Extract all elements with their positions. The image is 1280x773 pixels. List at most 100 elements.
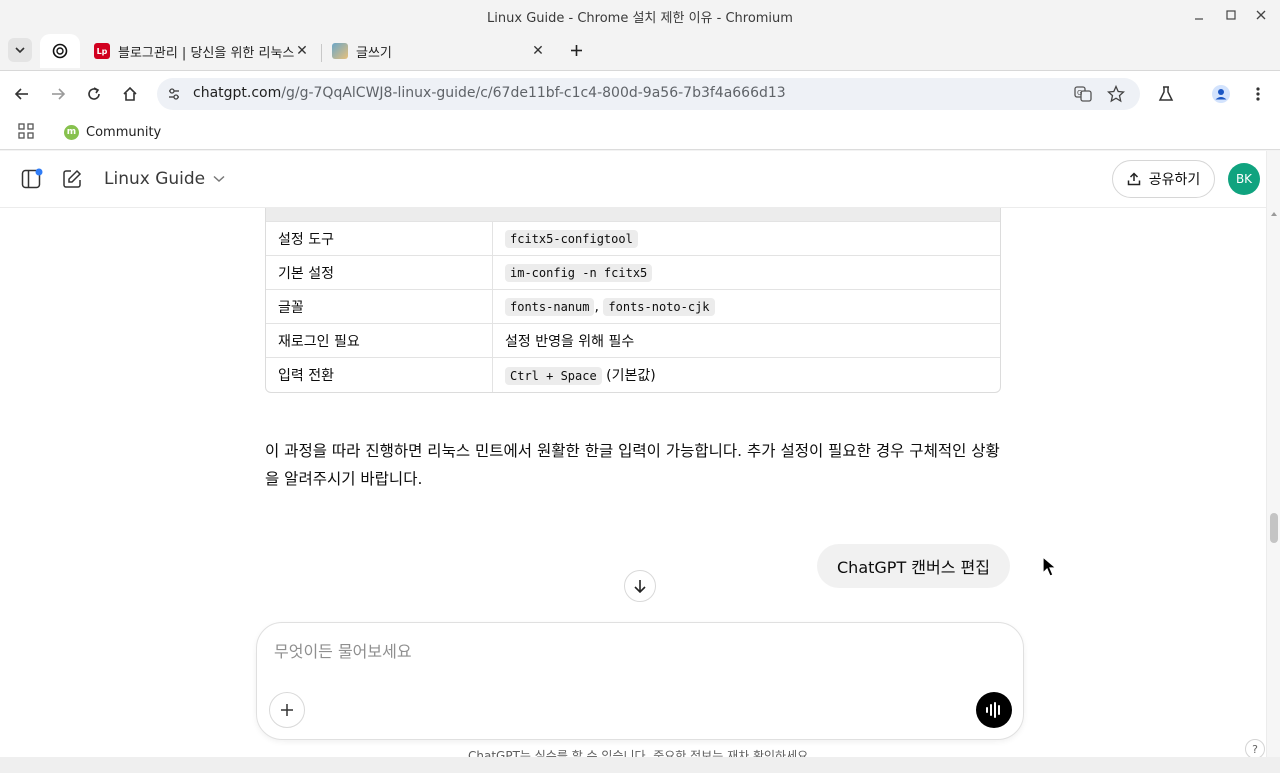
table-cell-value: im-config -n fcitx5	[493, 256, 1000, 290]
home-button[interactable]	[116, 80, 144, 108]
inline-code: fonts-noto-cjk	[603, 297, 715, 316]
url-host: chatgpt.com	[193, 85, 282, 101]
gpt-title: Linux Guide	[104, 169, 206, 189]
attach-button[interactable]	[269, 692, 305, 728]
share-icon	[1127, 172, 1140, 186]
labs-button[interactable]	[1152, 80, 1180, 108]
tab-blog-admin[interactable]: Lp 블로그관리 | 당신을 위한 리눅스 ✕	[84, 34, 320, 68]
reload-icon	[88, 87, 100, 100]
tab-label: 블로그관리 | 당신을 위한 리눅스	[118, 45, 294, 61]
table-cell-value: Ctrl + Space (기본값)	[493, 358, 1000, 392]
page-scrollbar[interactable]	[1266, 151, 1280, 757]
close-icon[interactable]: ✕	[530, 43, 546, 59]
share-label: 공유하기	[1148, 172, 1201, 188]
message-composer[interactable]: 무엇이든 물어보세요	[256, 622, 1024, 740]
mint-icon: m	[64, 124, 79, 140]
table-cell-value: 설정 반영을 위해 필수	[493, 324, 1000, 358]
assistant-paragraph: 이 과정을 따라 진행하면 리눅스 민트에서 원활한 한글 입력이 가능합니다.…	[265, 442, 1000, 488]
url-text: chatgpt.com/g/g-7QqAlCWJ8-linux-guide/c/…	[193, 85, 786, 101]
profile-icon	[1212, 85, 1230, 103]
scroll-up-arrow-icon[interactable]	[1270, 211, 1278, 217]
chatgpt-app: 입력기fcitx5 + fcitx5-hangul설정 도구fcitx5-con…	[0, 151, 1266, 757]
window-title: Linux Guide - Chrome 설치 제한 이유 - Chromium	[487, 11, 793, 26]
window-title-bar: Linux Guide - Chrome 설치 제한 이유 - Chromium	[0, 0, 1280, 30]
table-row: 입력 전환 Ctrl + Space (기본값)	[266, 358, 1000, 392]
tab-search-button[interactable]	[8, 38, 32, 62]
flask-icon	[1158, 86, 1174, 101]
svg-text:G: G	[1077, 89, 1082, 97]
apps-grid-icon[interactable]	[18, 123, 36, 141]
table-cell-item: 입력 전환	[266, 358, 493, 392]
forward-button[interactable]	[44, 80, 72, 108]
cell-text: (기본값)	[601, 368, 656, 384]
chatgpt-icon	[52, 43, 68, 59]
mouse-cursor-icon	[1042, 556, 1058, 577]
disclaimer-text: ChatGPT는 실수를 할 수 있습니다. 중요한 정보는 재차 확인하세요.	[468, 749, 812, 757]
sidebar-toggle-button[interactable]	[21, 168, 43, 190]
scroll-to-bottom-button[interactable]	[624, 570, 656, 602]
arrow-right-icon	[52, 88, 66, 100]
menu-button[interactable]	[1244, 80, 1272, 108]
reload-button[interactable]	[80, 80, 108, 108]
cell-text: 설정 반영을 위해 필수	[505, 333, 635, 350]
url-path: /g/g-7QqAlCWJ8-linux-guide/c/67de11bf-c1…	[281, 85, 786, 101]
bookmark-star-icon[interactable]	[1106, 84, 1126, 103]
plus-icon	[281, 704, 293, 716]
waveform-icon	[986, 702, 1000, 718]
table-row: 글꼴 fonts-nanum, fonts-noto-cjk	[266, 290, 1000, 324]
inline-code: fonts-nanum	[505, 297, 595, 316]
bookmark-community[interactable]: m Community	[64, 122, 161, 142]
browser-toolbar: chatgpt.com/g/g-7QqAlCWJ8-linux-guide/c/…	[0, 70, 1280, 116]
composer-placeholder[interactable]: 무엇이든 물어보세요	[274, 638, 412, 662]
user-message-bubble: ChatGPT 캔버스 편집	[817, 544, 1010, 588]
scrollbar-thumb[interactable]	[1270, 513, 1278, 543]
tab-strip: Lp 블로그관리 | 당신을 위한 리눅스 ✕ 글쓰기 ✕	[0, 30, 1280, 70]
profile-button[interactable]	[1207, 80, 1235, 108]
minimize-icon[interactable]	[1190, 6, 1208, 24]
arrow-down-icon	[634, 580, 646, 593]
model-selector[interactable]: Linux Guide	[104, 168, 225, 190]
new-tab-button[interactable]	[566, 40, 586, 60]
address-bar[interactable]: chatgpt.com/g/g-7QqAlCWJ8-linux-guide/c/…	[157, 78, 1140, 110]
chevron-down-icon	[15, 47, 25, 54]
avatar-icon	[332, 43, 348, 59]
site-info-icon[interactable]	[167, 87, 181, 101]
inline-code: fcitx5-configtool	[505, 229, 638, 248]
chevron-down-icon	[213, 175, 225, 183]
table-cell-item: 기본 설정	[266, 256, 493, 290]
edit-icon	[63, 169, 82, 188]
sidebar-icon	[21, 168, 43, 189]
close-icon[interactable]	[1252, 6, 1270, 24]
inline-code: im-config -n fcitx5	[505, 263, 653, 282]
avatar[interactable]: BK	[1228, 163, 1260, 195]
back-button[interactable]	[8, 80, 36, 108]
table-row: 기본 설정 im-config -n fcitx5	[266, 256, 1000, 290]
plus-icon	[570, 44, 582, 56]
blog-icon: Lp	[94, 43, 110, 59]
inline-code: Ctrl + Space	[505, 367, 602, 385]
window-bottom-edge	[0, 757, 1280, 773]
close-icon[interactable]: ✕	[294, 43, 310, 59]
table-cell-item: 글꼴	[266, 290, 493, 324]
new-chat-button[interactable]	[61, 168, 83, 190]
home-icon	[123, 86, 137, 101]
table-cell-value: fcitx5-configtool	[493, 222, 1000, 256]
bookmark-label: Community	[86, 124, 162, 140]
maximize-icon[interactable]	[1222, 6, 1240, 24]
table-cell-value: fonts-nanum, fonts-noto-cjk	[493, 290, 1000, 324]
tab-label: 글쓰기	[356, 45, 392, 61]
arrow-left-icon	[14, 88, 28, 100]
conversation-area: 입력기fcitx5 + fcitx5-hangul설정 도구fcitx5-con…	[0, 151, 1266, 757]
bookmarks-bar: m Community	[0, 116, 1280, 150]
voice-mode-button[interactable]	[976, 692, 1012, 728]
translate-icon[interactable]: G	[1074, 85, 1092, 103]
table-cell-item: 재로그인 필요	[266, 324, 493, 358]
tab-chatgpt[interactable]	[40, 34, 80, 68]
share-button[interactable]: 공유하기	[1112, 160, 1215, 198]
app-header: Linux Guide 공유하기 BK	[0, 151, 1266, 208]
kebab-menu-icon	[1256, 87, 1260, 101]
table-row: 설정 도구 fcitx5-configtool	[266, 222, 1000, 256]
help-button[interactable]: ?	[1245, 739, 1265, 757]
tab-write[interactable]: 글쓰기 ✕	[322, 34, 556, 68]
table-row: 재로그인 필요 설정 반영을 위해 필수	[266, 324, 1000, 358]
